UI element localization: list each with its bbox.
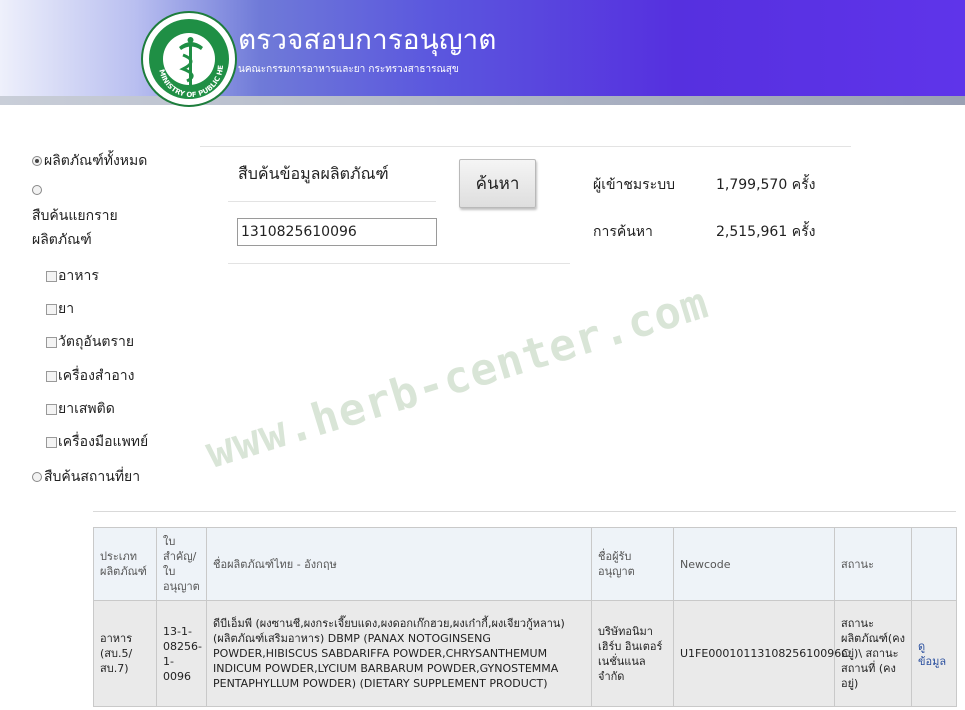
checkbox-food-box[interactable] [46,270,57,282]
checkbox-cosmetics-box[interactable] [46,370,57,382]
cell-type: อาหาร (สบ.5/สบ.7) [93,600,157,707]
table-header-row: ประเภทผลิตภัณฑ์ ใบสำคัญ/ใบอนุญาต ชื่อผลิ… [93,527,957,601]
cell-name: ดีบีเอ็มพี (ผงซานชี,ผงกระเจี๊ยบแดง,ผงดอก… [206,600,592,707]
checkbox-hazardous-box[interactable] [46,336,57,348]
visitors-label: ผู้เข้าชมระบบ [593,177,675,193]
checkbox-hazardous-label: วัตถุอันตราย [58,334,135,350]
checkbox-food[interactable]: อาหาร [46,265,99,287]
caduceus-icon: MINISTRY OF PUBLIC HEALTH [143,13,225,99]
cell-status: สถานะผลิตภัณฑ์(คงอยู่)\ สถานะสถานที่ (คง… [834,600,912,707]
radio-by-category-label-line1: สืบค้นแยกราย [32,208,118,224]
view-details-link[interactable]: ดูข้อมูล [911,600,957,707]
radio-by-category-label-line2: ผลิตภัณฑ์ [32,232,92,248]
radio-all-products[interactable]: ผลิตภัณฑ์ทั้งหมด [32,150,147,172]
visitors-value: 1,799,570 ครั้ง [716,177,816,193]
checkbox-medical-devices[interactable]: เครื่องมือแพทย์ [46,431,148,453]
cell-license: 13-1-08256-1-0096 [156,600,207,707]
radio-by-category-indicator[interactable] [32,185,42,195]
watermark-text: www.herb-center.com [200,277,715,479]
search-title-divider [228,201,436,202]
radio-all-products-label: ผลิตภัณฑ์ทั้งหมด [44,153,148,169]
cell-newcode: U1FE0001011310825610096C [673,600,849,707]
radio-drug-places-label: สืบค้นสถานที่ยา [44,469,141,485]
checkbox-hazardous[interactable]: วัตถุอันตราย [46,331,134,353]
checkbox-food-label: อาหาร [58,268,99,284]
search-title: สืบค้นข้อมูลผลิตภัณฑ์ [238,164,389,183]
search-button[interactable]: ค้นหา [459,159,536,208]
results-top-divider [93,511,956,512]
checkbox-narcotics-label: ยาเสพติด [58,401,115,417]
radio-all-products-indicator[interactable] [32,156,42,166]
site-subtitle: นคณะกรรมการอาหารและยา กระทรวงสาธารณสุข [238,64,459,75]
checkbox-drug-box[interactable] [46,303,57,315]
search-bottom-divider [228,263,570,264]
search-top-divider [200,146,851,147]
checkbox-narcotics-box[interactable] [46,403,57,415]
col-header-licensee: ชื่อผู้รับอนุญาต [591,527,674,601]
ministry-logo: MINISTRY OF PUBLIC HEALTH [141,11,237,107]
results-table: ประเภทผลิตภัณฑ์ ใบสำคัญ/ใบอนุญาต ชื่อผลิ… [93,527,957,707]
radio-by-category[interactable] [32,185,44,195]
table-row: อาหาร (สบ.5/สบ.7) 13-1-08256-1-0096 ดีบี… [93,600,957,707]
col-header-type: ประเภทผลิตภัณฑ์ [93,527,157,601]
searches-value: 2,515,961 ครั้ง [716,224,816,240]
cell-licensee: บริษัทอนิมา เฮิร์บ อินเตอร์เนชั่นแนล จำก… [591,600,674,707]
checkbox-drug[interactable]: ยา [46,298,74,320]
col-header-action [911,527,957,601]
searches-label: การค้นหา [593,224,653,240]
checkbox-medical-devices-label: เครื่องมือแพทย์ [58,434,149,450]
radio-drug-places-indicator[interactable] [32,472,42,482]
checkbox-narcotics[interactable]: ยาเสพติด [46,398,115,420]
col-header-status: สถานะ [834,527,912,601]
checkbox-medical-devices-box[interactable] [46,436,57,448]
radio-drug-places[interactable]: สืบค้นสถานที่ยา [32,466,140,488]
col-header-license: ใบสำคัญ/ใบอนุญาต [156,527,207,601]
checkbox-cosmetics-label: เครื่องสำอาง [58,368,135,384]
col-header-name: ชื่อผลิตภัณฑ์ไทย - อังกฤษ [206,527,592,601]
checkbox-drug-label: ยา [58,301,75,317]
col-header-newcode: Newcode [673,527,835,601]
search-input[interactable] [237,218,437,246]
site-title: ตรวจสอบการอนุญาต [238,23,497,56]
checkbox-cosmetics[interactable]: เครื่องสำอาง [46,365,134,387]
